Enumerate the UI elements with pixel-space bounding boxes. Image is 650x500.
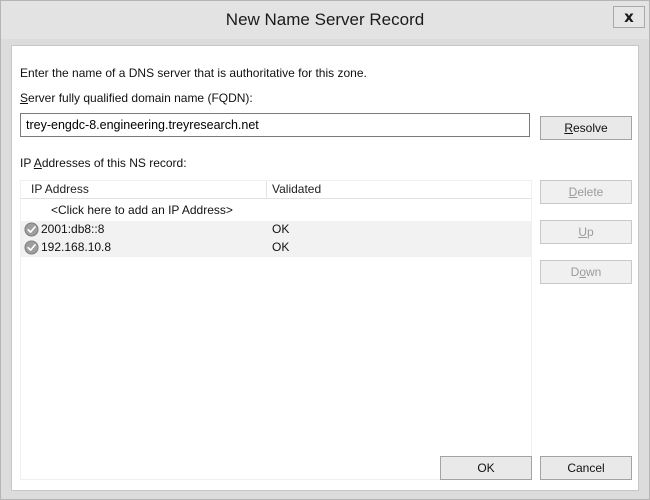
dialog-window: New Name Server Record x Enter the name …	[0, 0, 650, 500]
resolve-button[interactable]: Resolve	[540, 116, 632, 140]
title-bar[interactable]: New Name Server Record x	[1, 1, 649, 39]
fqdn-label: Server fully qualified domain name (FQDN…	[20, 91, 253, 105]
ip-label-prefix: IP	[20, 156, 34, 170]
resolve-accelerator: R	[564, 121, 573, 135]
validated-cell: OK	[272, 240, 290, 254]
column-separator[interactable]	[266, 181, 267, 199]
intro-text: Enter the name of a DNS server that is a…	[20, 66, 367, 80]
table-row[interactable]: 2001:db8::8 OK	[21, 221, 531, 239]
dialog-body: Enter the name of a DNS server that is a…	[11, 45, 639, 491]
column-header-ip-address[interactable]: IP Address	[31, 182, 89, 196]
table-row[interactable]: 192.168.10.8 OK	[21, 239, 531, 257]
down-label: wn	[586, 265, 602, 279]
add-ip-address-row[interactable]: <Click here to add an IP Address>	[51, 203, 233, 217]
ip-label-accelerator: A	[33, 156, 42, 170]
resolve-label: esolve	[572, 121, 608, 135]
up-button[interactable]: Up	[540, 220, 632, 244]
down-button[interactable]: Down	[540, 260, 632, 284]
ip-address-cell: 192.168.10.8	[41, 240, 112, 254]
up-label: p	[586, 225, 594, 239]
close-button[interactable]: x	[613, 6, 645, 28]
delete-button[interactable]: Delete	[540, 180, 632, 204]
window-title: New Name Server Record	[225, 10, 425, 29]
ip-label-text: ddresses of this NS record:	[41, 156, 187, 170]
grid-header: IP Address Validated	[21, 181, 531, 199]
fqdn-label-accelerator: S	[20, 91, 29, 105]
down-label-prefix: D	[570, 265, 580, 279]
ip-address-grid[interactable]: IP Address Validated <Click here to add …	[20, 180, 532, 480]
up-accelerator: U	[578, 225, 587, 239]
validated-cell: OK	[272, 222, 290, 236]
fqdn-input[interactable]	[20, 113, 530, 137]
column-header-validated[interactable]: Validated	[272, 182, 321, 196]
cancel-button[interactable]: Cancel	[540, 456, 632, 480]
delete-label: elete	[577, 185, 604, 199]
ok-button[interactable]: OK	[440, 456, 532, 480]
down-accelerator: o	[579, 265, 586, 279]
ip-addresses-label: IP Addresses of this NS record:	[20, 156, 187, 170]
fqdn-label-text: erver fully qualified domain name (FQDN)…	[28, 91, 253, 105]
delete-accelerator: D	[568, 185, 578, 199]
check-circle-icon	[24, 240, 39, 255]
close-icon: x	[624, 8, 634, 26]
ip-address-cell: 2001:db8::8	[41, 222, 105, 236]
check-circle-icon	[24, 222, 39, 237]
